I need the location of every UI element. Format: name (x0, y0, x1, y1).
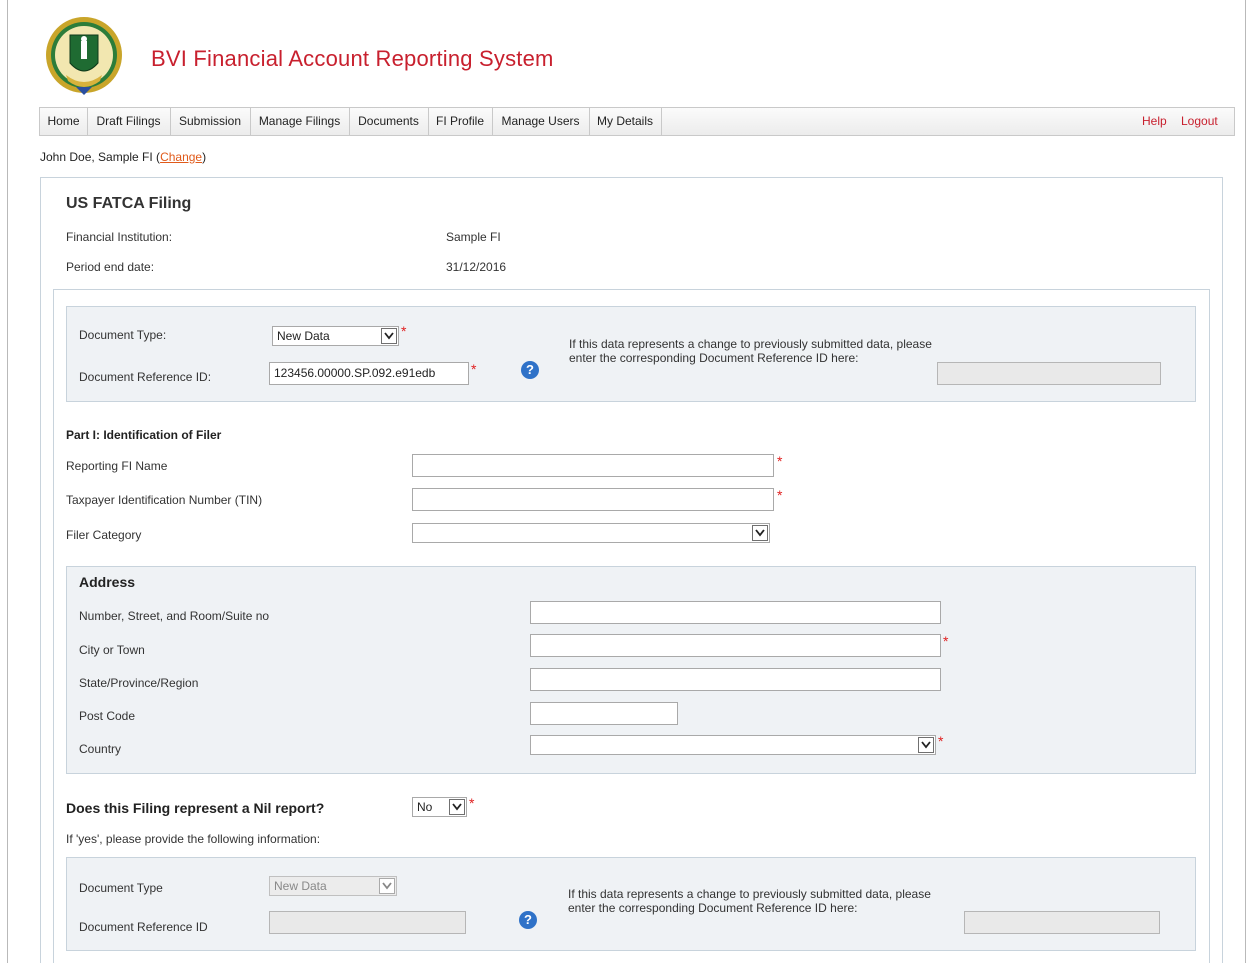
nav-help-link[interactable]: Help (1142, 108, 1167, 135)
required-marker: * (777, 487, 783, 503)
nav-submission[interactable]: Submission (170, 108, 251, 135)
doc-type-value: New Data (277, 329, 330, 343)
help-icon[interactable]: ? (521, 361, 539, 379)
chevron-down-icon (752, 525, 768, 541)
nav-manage-users[interactable]: Manage Users (492, 108, 590, 135)
nav-documents[interactable]: Documents (349, 108, 429, 135)
nil-report-select[interactable]: No (412, 797, 467, 817)
bvi-seal-logo (40, 15, 128, 99)
user-name: John Doe, Sample FI ( (40, 150, 161, 164)
required-marker: * (938, 733, 944, 749)
user-close-paren: ) (202, 150, 207, 164)
nil-correction-ref-input[interactable] (964, 911, 1160, 934)
nil-doc-type-value: New Data (274, 879, 327, 893)
nil-report-question: Does this Filing represent a Nil report? (66, 800, 325, 816)
required-marker: * (943, 633, 949, 649)
nil-hint: If 'yes', please provide the following i… (66, 832, 321, 846)
fi-value: Sample FI (446, 230, 501, 244)
required-marker: * (471, 361, 477, 377)
correction-text: If this data represents a change to prev… (569, 337, 932, 365)
doc-type-label: Document Type: (79, 328, 167, 342)
required-marker: * (469, 795, 475, 811)
fi-name-label: Reporting FI Name (66, 459, 168, 473)
part1-title: Part I: Identification of Filer (66, 428, 222, 442)
postcode-label: Post Code (79, 709, 136, 723)
nil-correction-text: If this data represents a change to prev… (568, 887, 931, 915)
nil-doc-type-select[interactable]: New Data (269, 876, 397, 896)
country-select[interactable] (530, 735, 936, 755)
app-title: BVI Financial Account Reporting System (151, 46, 554, 71)
main-nav: Home Draft Filings Submission Manage Fil… (39, 107, 1235, 136)
nav-home[interactable]: Home (40, 108, 88, 135)
tin-input[interactable] (412, 488, 774, 511)
doc-ref-label: Document Reference ID: (79, 370, 212, 384)
state-label: State/Province/Region (79, 676, 199, 690)
doc-type-select[interactable]: New Data (272, 326, 399, 346)
chevron-down-icon (449, 799, 465, 815)
required-marker: * (401, 323, 407, 339)
correction-ref-input[interactable] (937, 362, 1161, 385)
address-title: Address (79, 574, 136, 590)
nil-doc-ref-input[interactable] (269, 911, 466, 934)
chevron-down-icon (381, 328, 397, 344)
nav-logout-link[interactable]: Logout (1181, 108, 1218, 135)
nav-draft-filings[interactable]: Draft Filings (87, 108, 171, 135)
tin-label: Taxpayer Identification Number (TIN) (66, 493, 263, 507)
period-value: 31/12/2016 (446, 260, 507, 274)
doc-ref-input[interactable]: 123456.00000.SP.092.e91edb (269, 362, 469, 385)
fi-label: Financial Institution: (66, 230, 173, 244)
street-input[interactable] (530, 601, 941, 624)
country-label: Country (79, 742, 122, 756)
change-fi-link[interactable]: Change (160, 150, 202, 164)
filer-category-label: Filer Category (66, 528, 142, 542)
required-marker: * (777, 453, 783, 469)
filer-category-select[interactable] (412, 523, 770, 543)
city-label: City or Town (79, 643, 145, 657)
period-label: Period end date: (66, 260, 155, 274)
nav-fi-profile[interactable]: FI Profile (428, 108, 493, 135)
postcode-input[interactable] (530, 702, 678, 725)
nil-doc-type-label: Document Type (79, 881, 163, 895)
nav-my-details[interactable]: My Details (589, 108, 662, 135)
nav-manage-filings[interactable]: Manage Filings (250, 108, 350, 135)
city-input[interactable] (530, 634, 941, 657)
nil-report-value: No (417, 800, 433, 814)
chevron-down-icon (379, 878, 395, 894)
page-title: US FATCA Filing (66, 195, 192, 212)
help-icon[interactable]: ? (519, 911, 537, 929)
state-input[interactable] (530, 668, 941, 691)
street-label: Number, Street, and Room/Suite no (79, 609, 270, 623)
chevron-down-icon (918, 737, 934, 753)
fi-name-input[interactable] (412, 454, 774, 477)
nil-doc-ref-label: Document Reference ID (79, 920, 208, 934)
user-context: John Doe, Sample FI (Change) (40, 150, 206, 164)
